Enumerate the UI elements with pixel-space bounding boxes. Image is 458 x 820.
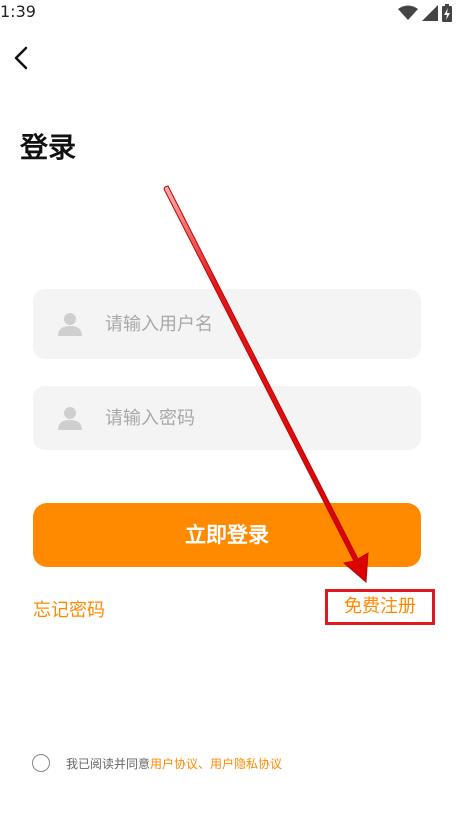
privacy-policy-link[interactable]: 用户隐私协议 [210,755,282,772]
signal-icon [422,5,438,21]
page-title: 登录 [20,131,77,164]
login-screen: 1:39 登录 请输入用户名 立即登录 忘记密码 免费注册 我已阅读并同意 用户… [0,0,458,820]
status-time: 1:39 [0,2,36,21]
register-link[interactable]: 免费注册 [325,589,435,625]
agreement-row: 我已阅读并同意 用户协议 、 用户隐私协议 [32,754,282,772]
password-field[interactable] [33,386,421,450]
status-icons [398,3,452,23]
back-button[interactable] [8,44,36,72]
login-button[interactable]: 立即登录 [33,503,421,567]
password-input[interactable] [105,386,405,450]
agreement-checkbox[interactable] [32,754,50,772]
battery-icon [442,4,452,22]
user-icon [58,407,82,430]
username-input[interactable] [105,289,405,359]
status-bar: 1:39 [0,0,458,26]
agreement-separator: 、 [198,756,211,771]
user-icon [58,313,82,336]
agreement-prefix: 我已阅读并同意 [66,756,151,771]
username-field[interactable] [33,289,421,359]
chevron-left-icon [14,46,28,70]
user-agreement-link[interactable]: 用户协议 [150,755,198,772]
wifi-icon [398,5,418,20]
forgot-password-link[interactable]: 忘记密码 [33,596,105,622]
